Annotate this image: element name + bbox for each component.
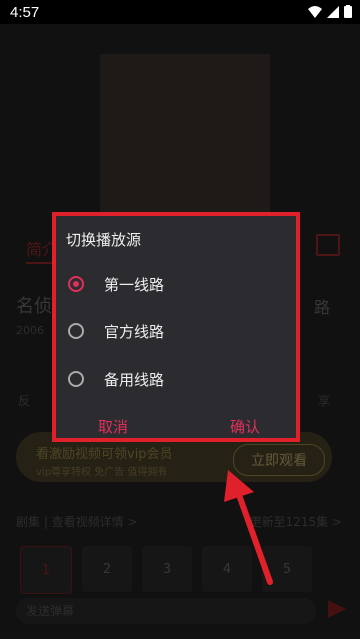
confirm-button[interactable]: 确认 <box>230 416 260 437</box>
wifi-icon <box>308 5 322 18</box>
video-frame <box>100 54 270 214</box>
option-label: 备用线路 <box>104 370 165 389</box>
status-time: 4:57 <box>10 4 40 21</box>
battery-icon <box>344 5 352 18</box>
cancel-button[interactable]: 取消 <box>98 416 128 437</box>
dialog-title: 切换播放源 <box>66 231 142 249</box>
option-official[interactable]: 官方线路 <box>68 316 288 346</box>
option-label: 官方线路 <box>104 322 165 341</box>
radio-icon[interactable] <box>68 371 84 387</box>
radio-icon[interactable] <box>68 323 84 339</box>
option-backup[interactable]: 备用线路 <box>68 364 288 394</box>
option-line-1[interactable]: 第一线路 <box>68 269 288 299</box>
video-player[interactable] <box>0 24 360 214</box>
signal-icon <box>327 5 339 18</box>
status-bar: 4:57 <box>0 0 360 24</box>
status-icons <box>308 5 352 18</box>
option-label: 第一线路 <box>104 275 165 294</box>
radio-checked-icon[interactable] <box>68 276 84 292</box>
annotation-arrow-icon <box>224 470 273 585</box>
